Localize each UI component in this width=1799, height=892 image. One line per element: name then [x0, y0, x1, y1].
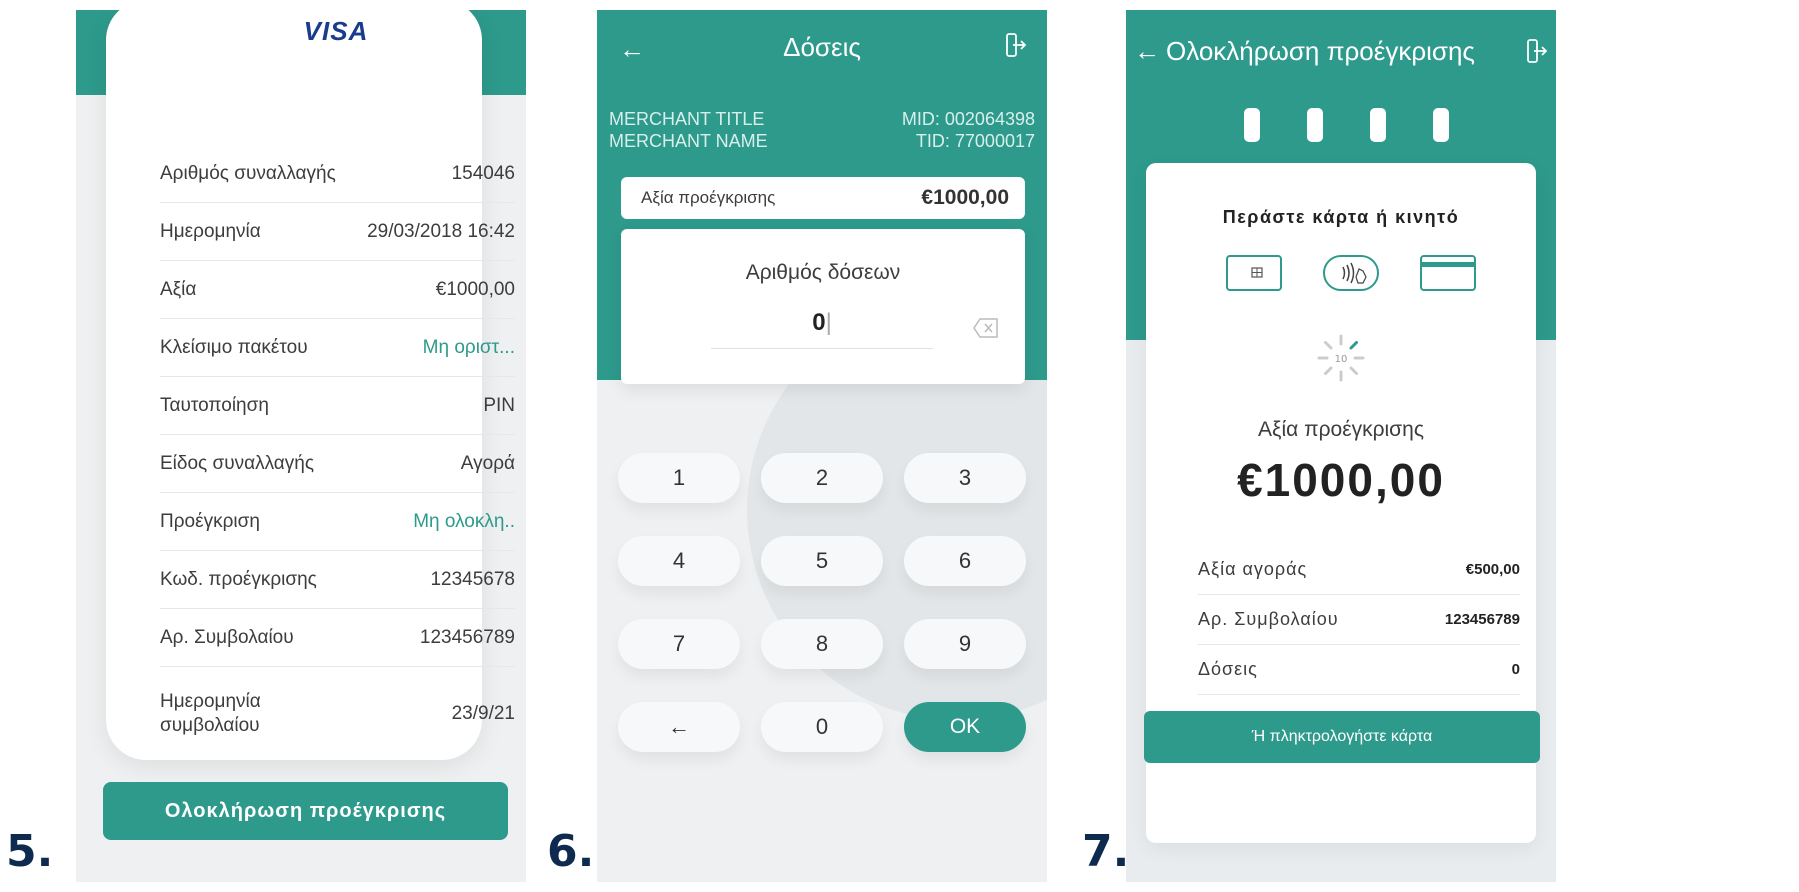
keypad-key-0[interactable]: 0	[761, 702, 883, 752]
summary-value: 0	[1511, 661, 1520, 678]
screen-complete-preauth: ← Ολοκλήρωση προέγκρισης Περάστε κάρτα ή…	[1126, 10, 1556, 882]
installments-value: 0	[812, 309, 826, 336]
summary-row: Αρ. Συμβολαίου 123456789	[1198, 595, 1520, 645]
merchant-info: MERCHANT TITLE MERCHANT NAME	[609, 108, 768, 152]
amount-value: €1000,00	[1237, 454, 1445, 506]
present-card-prompt: Περάστε κάρτα ή κινητό	[1222, 207, 1460, 227]
detail-value: 154046	[451, 162, 515, 184]
step-number-5: 5.	[6, 826, 54, 877]
detail-value: Μη ολοκλη..	[413, 510, 515, 532]
merchant-id: MID: 002064398	[901, 109, 1035, 129]
keypad-key-5[interactable]: 5	[761, 536, 883, 586]
detail-label: Αξία	[160, 278, 197, 300]
exit-icon[interactable]	[1526, 38, 1548, 71]
header: ← Δόσεις	[597, 30, 1047, 70]
summary-value: 123456789	[1444, 611, 1520, 628]
summary-label: Δόσεις	[1198, 659, 1258, 679]
detail-row: Αριθμός συναλλαγής 154046	[160, 145, 515, 203]
installments-entry-card: Αριθμός δόσεων 0|	[621, 229, 1025, 384]
keypad-key-9[interactable]: 9	[904, 619, 1026, 669]
installments-input[interactable]: 0|	[711, 309, 933, 349]
step-number-7: 7.	[1082, 826, 1130, 877]
summary-label: Αξία αγοράς	[1198, 559, 1308, 579]
detail-value: 123456789	[419, 626, 515, 648]
summary-label: Αρ. Συμβολαίου	[1198, 609, 1339, 629]
detail-value: 23/9/21	[451, 703, 515, 724]
detail-label: Ημερομηνία	[160, 220, 261, 242]
contactless-icon	[1323, 255, 1379, 296]
detail-value: €1000,00	[435, 278, 515, 300]
detail-row: Προέγκριση Μη ολοκλη..	[160, 493, 515, 551]
detail-label: Είδος συναλλαγής	[160, 452, 314, 474]
terminal-id: TID: 77000017	[915, 131, 1035, 151]
manual-card-entry-button[interactable]: Ή πληκτρολογήστε κάρτα	[1144, 711, 1540, 763]
detail-label-line1: Ημερομηνία	[160, 691, 261, 712]
detail-row: Ημερομηνία 29/03/2018 16:42	[160, 203, 515, 261]
keypad-key-6[interactable]: 6	[904, 536, 1026, 586]
exit-icon[interactable]	[1005, 32, 1027, 63]
screen-installments: ← Δόσεις MERCHANT TITLE MERCHANT NAME MI…	[597, 10, 1047, 882]
payment-method-icons	[1226, 255, 1476, 295]
detail-row: Είδος συναλλαγής Αγορά	[160, 435, 515, 493]
countdown-value: 10	[1335, 354, 1348, 365]
detail-label: Κωδ. προέγκρισης	[160, 568, 317, 590]
merchant-name: MERCHANT NAME	[609, 131, 768, 151]
preauth-amount-bar: Αξία προέγκρισης €1000,00	[621, 177, 1025, 219]
keypad-key-1[interactable]: 1	[618, 453, 740, 503]
page-title: Δόσεις	[783, 32, 861, 62]
amount-label: Αξία προέγκρισης	[1258, 418, 1424, 441]
detail-label: Αριθμός συναλλαγής	[160, 162, 336, 184]
contactless-indicator-lights	[1244, 108, 1449, 142]
detail-row: Ταυτοποίηση PIN	[160, 377, 515, 435]
keypad-key-8[interactable]: 8	[761, 619, 883, 669]
detail-label: Ημερομηνία συμβολαίου	[160, 690, 261, 738]
detail-value: Μη οριστ...	[422, 336, 515, 358]
detail-row: Κωδ. προέγκρισης 12345678	[160, 551, 515, 609]
amount-label: Αξία προέγκρισης	[641, 188, 776, 207]
keypad-key-4[interactable]: 4	[618, 536, 740, 586]
detail-row: Ημερομηνία συμβολαίου 23/9/21	[160, 667, 515, 761]
keypad-key-2[interactable]: 2	[761, 453, 883, 503]
visa-logo: VISA	[303, 16, 369, 46]
installments-label: Αριθμός δόσεων	[745, 261, 901, 284]
detail-row: Αρ. Συμβολαίου 123456789	[160, 609, 515, 667]
detail-value: Αγορά	[460, 452, 515, 474]
keypad-back-key[interactable]: ←	[618, 702, 740, 752]
detail-value: 29/03/2018 16:42	[367, 220, 515, 242]
details-list: Αριθμός συναλλαγής 154046 Ημερομηνία 29/03…	[160, 145, 515, 761]
keypad-key-3[interactable]: 3	[904, 453, 1026, 503]
keypad-key-7[interactable]: 7	[618, 619, 740, 669]
merchant-title: MERCHANT TITLE	[609, 109, 765, 129]
indicator-light	[1307, 108, 1323, 142]
magstripe-card-icon	[1420, 255, 1476, 296]
chip-card-icon	[1226, 255, 1282, 296]
detail-label-line2: συμβολαίου	[160, 715, 260, 736]
complete-preauth-button[interactable]: Ολοκλήρωση προέγκρισης	[103, 782, 508, 840]
step-number-6: 6.	[547, 826, 595, 877]
page-title: Ολοκλήρωση προέγκρισης	[1166, 36, 1475, 66]
detail-value: 12345678	[430, 568, 515, 590]
summary-row: Δόσεις 0	[1198, 645, 1520, 695]
terminal-ids: MID: 002064398 TID: 77000017	[902, 108, 1035, 152]
detail-label: Ταυτοποίηση	[160, 394, 269, 416]
summary-row: Αξία αγοράς €500,00	[1198, 545, 1520, 595]
backspace-icon[interactable]	[973, 317, 999, 344]
indicator-light	[1370, 108, 1386, 142]
indicator-light	[1244, 108, 1260, 142]
indicator-light	[1433, 108, 1449, 142]
detail-row: Αξία €1000,00	[160, 261, 515, 319]
screen-transaction-details: VISA Αριθμός συναλλαγής 154046 Ημερομηνία…	[76, 10, 526, 882]
summary-value: €500,00	[1465, 561, 1520, 578]
card-brand-tab: VISA	[281, 10, 391, 72]
detail-value: PIN	[483, 394, 515, 416]
summary-list: Αξία αγοράς €500,00 Αρ. Συμβολαίου 1234567…	[1198, 545, 1520, 695]
amount-value: €1000,00	[921, 186, 1009, 209]
detail-label: Προέγκριση	[160, 510, 260, 532]
keypad-ok-key[interactable]: OK	[904, 702, 1026, 752]
detail-label: Κλείσιμο πακέτου	[160, 336, 308, 358]
detail-row: Κλείσιμο πακέτου Μη οριστ...	[160, 319, 515, 377]
detail-label: Αρ. Συμβολαίου	[160, 626, 294, 648]
back-arrow-icon[interactable]: ←	[1134, 36, 1160, 67]
countdown-spinner-icon: 10	[1315, 332, 1367, 389]
